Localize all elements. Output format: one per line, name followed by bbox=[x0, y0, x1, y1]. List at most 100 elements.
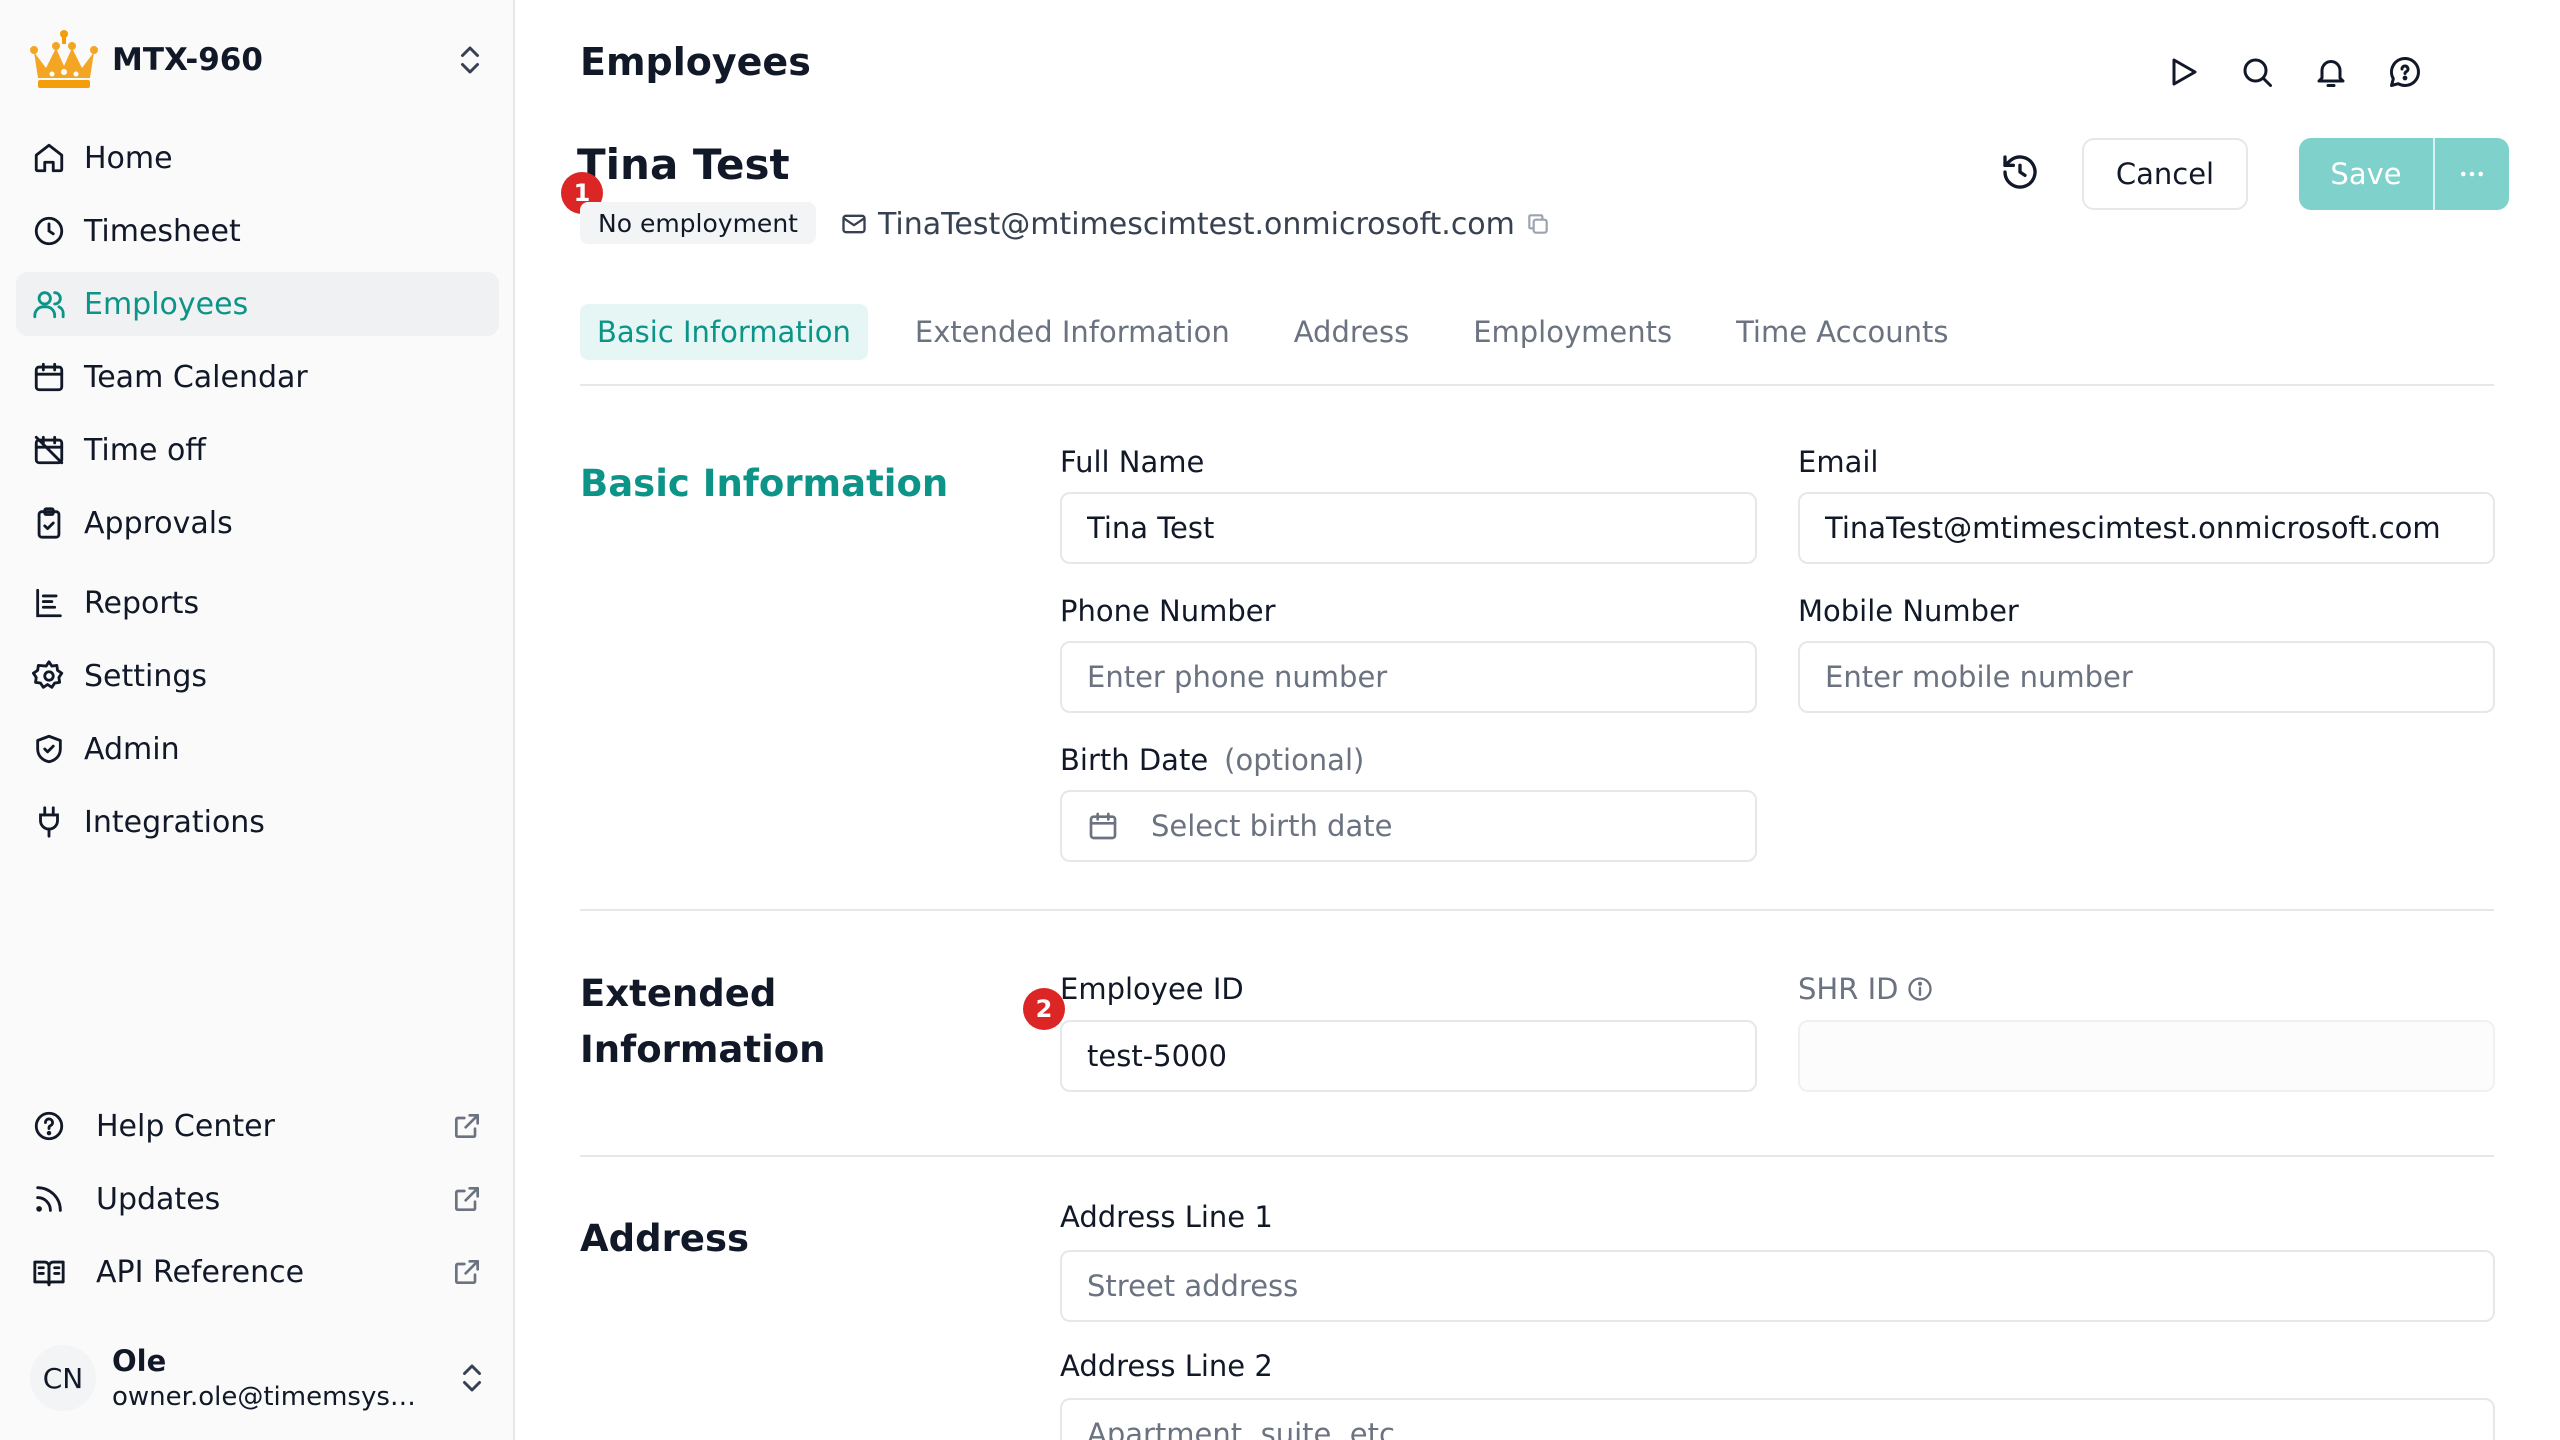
crown-logo-icon bbox=[30, 30, 98, 88]
employee-email: TinaTest@mtimescimtest.onmicrosoft.com bbox=[840, 204, 1551, 244]
birth-date-label: Birth Date (optional) bbox=[1060, 743, 1364, 777]
birth-date-label-text: Birth Date bbox=[1060, 743, 1209, 777]
shr-id-label: SHR ID bbox=[1798, 972, 1934, 1006]
marker-badge-2: 2 bbox=[1023, 988, 1065, 1030]
chevron-up-down-icon bbox=[463, 1364, 481, 1392]
birth-date-placeholder: Select birth date bbox=[1151, 809, 1393, 843]
full-name-input[interactable] bbox=[1060, 492, 1757, 564]
employee-id-label: Employee ID bbox=[1060, 972, 1244, 1006]
tab-extended-information[interactable]: Extended Information bbox=[898, 304, 1247, 360]
external-link-icon bbox=[455, 1260, 479, 1284]
tab-address[interactable]: Address bbox=[1277, 304, 1427, 360]
nav-item-time-off[interactable]: Time off bbox=[16, 418, 499, 482]
shr-id-label-text: SHR ID bbox=[1798, 972, 1899, 1006]
save-button[interactable]: Save bbox=[2299, 138, 2433, 210]
address-line1-label: Address Line 1 bbox=[1060, 1200, 1273, 1234]
info-icon[interactable] bbox=[1906, 975, 1934, 1003]
nav-item-settings[interactable]: Settings bbox=[16, 644, 499, 708]
org-switcher[interactable]: MTX-960 bbox=[28, 30, 488, 90]
nav-item-admin[interactable]: Admin bbox=[16, 717, 499, 781]
main-content: Employees Tina Test 1 No employment Tina… bbox=[515, 0, 2560, 1440]
play-icon[interactable] bbox=[2165, 54, 2201, 90]
help-icon bbox=[34, 1111, 64, 1141]
tab-employments[interactable]: Employments bbox=[1456, 304, 1689, 360]
nav-label: Home bbox=[84, 140, 173, 176]
phone-input[interactable] bbox=[1060, 641, 1757, 713]
tab-time-accounts[interactable]: Time Accounts bbox=[1719, 304, 1965, 360]
nav-item-updates[interactable]: Updates bbox=[16, 1167, 499, 1231]
employee-name: Tina Test bbox=[577, 140, 790, 189]
address-line2-label: Address Line 2 bbox=[1060, 1349, 1273, 1383]
nav-item-help-center[interactable]: Help Center bbox=[16, 1094, 499, 1158]
nav-item-timesheet[interactable]: Timesheet bbox=[16, 199, 499, 263]
nav-label: Time off bbox=[84, 432, 206, 468]
calendar-off-icon bbox=[34, 435, 64, 465]
external-link-icon bbox=[455, 1114, 479, 1138]
mail-icon bbox=[842, 214, 866, 234]
report-icon bbox=[36, 588, 62, 618]
address-line2-input[interactable] bbox=[1060, 1398, 2495, 1440]
employment-status-badge: No employment bbox=[580, 202, 816, 244]
top-toolbar bbox=[2165, 54, 2461, 90]
user-email: owner.ole@timemsystem.com bbox=[112, 1382, 424, 1412]
section-divider bbox=[580, 1155, 2494, 1157]
org-name: MTX-960 bbox=[112, 42, 263, 78]
copy-icon[interactable] bbox=[1525, 211, 1551, 237]
save-divider bbox=[2433, 138, 2435, 210]
full-name-label: Full Name bbox=[1060, 445, 1205, 479]
nav-item-reports[interactable]: Reports bbox=[16, 571, 499, 635]
shr-id-input[interactable] bbox=[1798, 1020, 2495, 1092]
employee-id-input[interactable] bbox=[1060, 1020, 1757, 1092]
bottom-nav: Help Center Updates API Reference bbox=[16, 1094, 499, 1313]
nav-item-api-reference[interactable]: API Reference bbox=[16, 1240, 499, 1304]
book-icon bbox=[33, 1260, 65, 1287]
nav-label: Team Calendar bbox=[84, 359, 308, 395]
message-help-icon[interactable] bbox=[2387, 54, 2423, 90]
calendar-icon bbox=[34, 362, 64, 392]
email-input[interactable] bbox=[1798, 492, 2495, 564]
avatar: CN bbox=[30, 1345, 96, 1411]
search-icon[interactable] bbox=[2239, 54, 2275, 90]
cancel-button[interactable]: Cancel bbox=[2082, 138, 2248, 210]
user-menu[interactable]: CN Ole owner.ole@timemsystem.com bbox=[30, 1338, 490, 1418]
nav-label: Timesheet bbox=[84, 213, 241, 249]
shield-icon bbox=[36, 734, 62, 764]
plug-icon bbox=[39, 806, 59, 838]
section-title-extended: Extended Information bbox=[580, 966, 826, 1078]
nav-item-team-calendar[interactable]: Team Calendar bbox=[16, 345, 499, 409]
calendar-icon bbox=[1089, 812, 1117, 840]
mobile-input[interactable] bbox=[1798, 641, 2495, 713]
nav-label: Integrations bbox=[84, 804, 265, 840]
section-title-basic: Basic Information bbox=[580, 462, 949, 505]
save-button-group: Save bbox=[2299, 138, 2509, 210]
history-icon[interactable] bbox=[2000, 152, 2040, 192]
user-info: Ole owner.ole@timemsystem.com bbox=[112, 1344, 454, 1412]
address-line1-input[interactable] bbox=[1060, 1250, 2495, 1322]
tab-basic-information[interactable]: Basic Information bbox=[580, 304, 868, 360]
nav-label: Admin bbox=[84, 731, 180, 767]
clock-icon bbox=[34, 216, 64, 246]
nav-label: Employees bbox=[84, 286, 249, 322]
clipboard-check-icon bbox=[37, 507, 61, 539]
sidebar: MTX-960 Home Timesheet Employees Team Ca… bbox=[0, 0, 515, 1440]
more-options-button[interactable] bbox=[2435, 138, 2509, 210]
rss-icon bbox=[36, 1186, 62, 1212]
nav-item-approvals[interactable]: Approvals bbox=[16, 491, 499, 555]
phone-label: Phone Number bbox=[1060, 594, 1276, 628]
user-name: Ole bbox=[112, 1344, 167, 1378]
mobile-label: Mobile Number bbox=[1798, 594, 2019, 628]
home-icon bbox=[34, 143, 64, 173]
section-title-address: Address bbox=[580, 1217, 749, 1260]
chevron-up-down-icon bbox=[461, 46, 479, 74]
section-title-extended-line1: Extended bbox=[580, 972, 777, 1015]
tab-bar: Basic Information Extended Information A… bbox=[580, 304, 1996, 360]
nav-item-integrations[interactable]: Integrations bbox=[16, 790, 499, 854]
external-link-icon bbox=[455, 1187, 479, 1211]
bell-icon[interactable] bbox=[2313, 54, 2349, 90]
nav-item-employees[interactable]: Employees bbox=[16, 272, 499, 336]
section-title-extended-line2: Information bbox=[580, 1028, 826, 1071]
users-icon bbox=[33, 291, 65, 319]
nav-item-home[interactable]: Home bbox=[16, 126, 499, 190]
birth-date-picker[interactable]: Select birth date bbox=[1060, 790, 1757, 862]
nav-label: Help Center bbox=[96, 1108, 275, 1144]
